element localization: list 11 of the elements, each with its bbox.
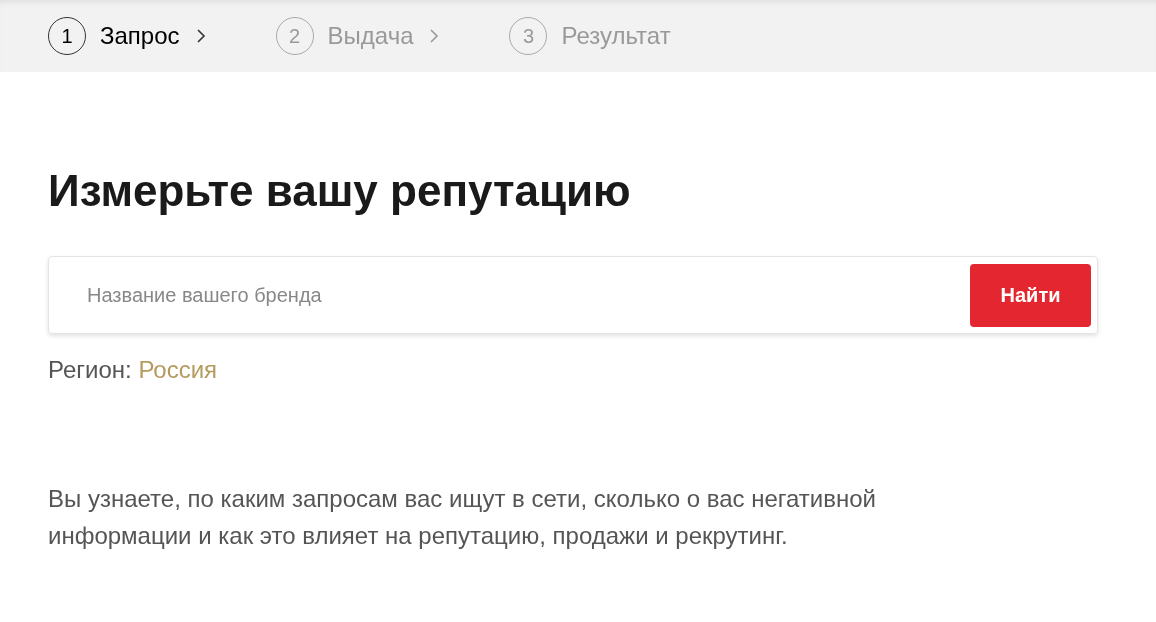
step-label[interactable]: Запрос [100,22,180,50]
chevron-icon [429,28,440,44]
step-label[interactable]: Выдача [327,22,414,50]
chevron-icon [195,28,206,44]
region-link[interactable]: Россия [138,356,218,383]
search-button[interactable]: Найти [970,263,1091,327]
region-label: Регион: [48,356,132,383]
search-field[interactable]: Название вашего бренда Найти [48,256,1098,334]
step-label[interactable]: Результат [561,22,671,50]
description-text: Вы узнаете, по каким запросам вас ищут в сети, сколько о вас негативной информации и как это влияет на репутацию, продажи и рекрутинг. [48,484,877,551]
page-heading: Измерьте вашу репутацию [48,166,632,216]
